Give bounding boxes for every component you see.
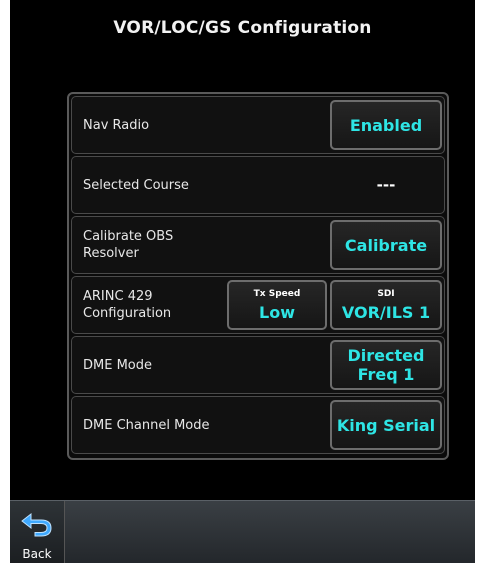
calibrate-obs-row: Calibrate OBS Resolver Calibrate [71,216,445,274]
config-panel: Nav Radio Enabled Selected Course --- Ca… [67,92,449,460]
sdi-button[interactable]: SDI VOR/ILS 1 [330,280,442,330]
back-label: Back [22,547,52,561]
tx-speed-button[interactable]: Tx Speed Low [227,280,327,330]
dme-mode-label: DME Mode [83,357,152,373]
arinc-429-row: ARINC 429 Configuration Tx Speed Low SDI… [71,276,445,334]
selected-course-label: Selected Course [83,177,189,193]
nav-radio-label: Nav Radio [83,117,150,133]
arinc-429-label: ARINC 429 Configuration [83,289,172,321]
back-button[interactable]: Back [10,501,65,563]
dme-mode-button-line1: Directed [347,346,425,365]
dme-channel-mode-label: DME Channel Mode [83,417,210,433]
calibrate-obs-label: Calibrate OBS Resolver [83,229,174,261]
back-arrow-icon [21,512,52,537]
screen: VOR/LOC/GS Configuration Nav Radio Enabl… [10,0,475,563]
dme-channel-mode-row: DME Channel Mode King Serial [71,396,445,454]
sdi-caption: SDI [377,288,395,299]
sdi-value: VOR/ILS 1 [341,302,431,322]
dme-mode-button[interactable]: Directed Freq 1 [330,340,442,390]
selected-course-value: --- [376,176,396,194]
selected-course-row: Selected Course --- [71,156,445,214]
nav-radio-button[interactable]: Enabled [330,100,442,150]
nav-radio-row: Nav Radio Enabled [71,96,445,154]
dme-mode-button-line2: Freq 1 [357,365,415,384]
page-title: VOR/LOC/GS Configuration [113,18,372,38]
bottom-bar: Back [10,500,475,563]
tx-speed-caption: Tx Speed [253,288,301,299]
tx-speed-value: Low [259,302,295,322]
dme-mode-row: DME Mode Directed Freq 1 [71,336,445,394]
dme-channel-mode-button[interactable]: King Serial [330,400,442,450]
calibrate-button[interactable]: Calibrate [330,220,442,270]
